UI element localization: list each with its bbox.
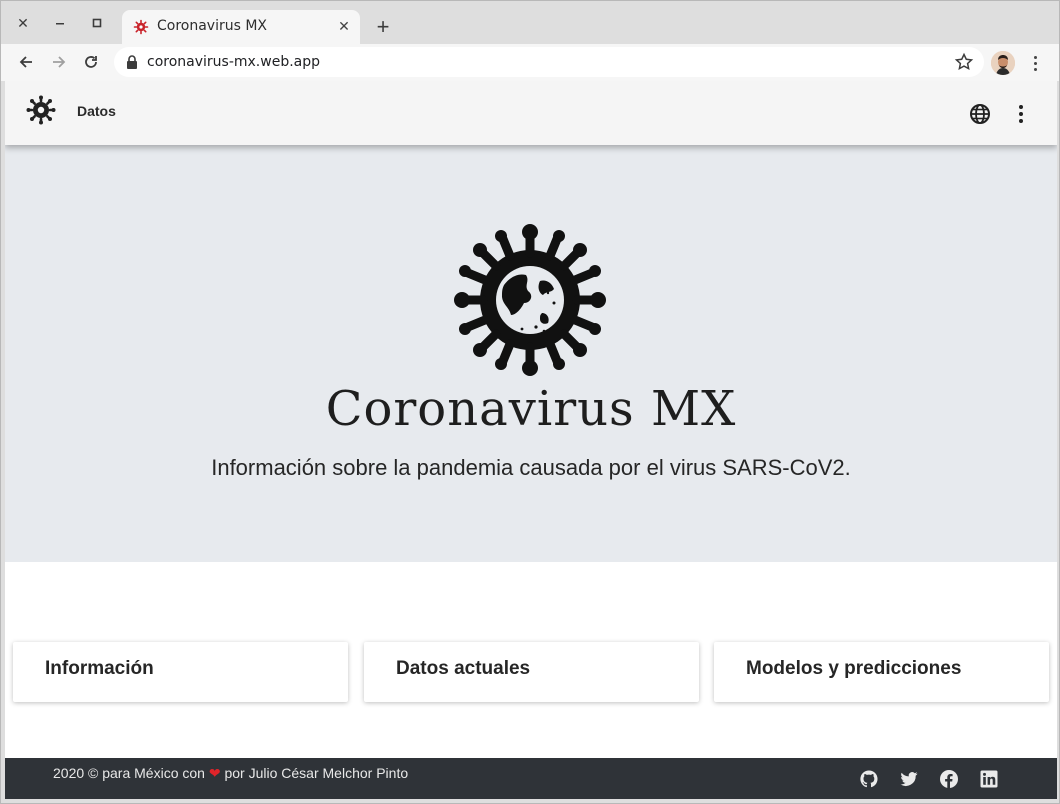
tab-coronavirus-mx[interactable]: Coronavirus MX ✕ [122, 10, 360, 44]
hero-title: Coronavirus MX [325, 381, 737, 437]
twitter-icon[interactable] [899, 769, 919, 789]
tab-strip: ✕ Coronavirus MX ✕ + [1, 1, 1059, 44]
new-tab-icon[interactable]: + [370, 14, 396, 40]
footer-text-after: por Julio César Melchor Pinto [220, 765, 409, 781]
virus-favicon-icon [133, 19, 149, 35]
footer-text-before: 2020 © para México con [53, 765, 209, 781]
coronavirus-logo-image [454, 224, 606, 376]
url-text: coronavirus-mx.web.app [147, 54, 321, 70]
card-modelos-predicciones[interactable]: Modelos y predicciones [714, 642, 1049, 702]
globe-icon[interactable] [969, 103, 991, 125]
more-vert-icon[interactable] [1011, 103, 1031, 125]
browser-menu-icon[interactable] [1025, 50, 1045, 76]
profile-avatar[interactable] [991, 51, 1015, 75]
bookmark-star-icon[interactable] [954, 52, 974, 72]
heart-icon: ❤ [208, 765, 221, 781]
browser-window: ✕ Coronavirus MX ✕ + coronavirus-mx.web.… [0, 0, 1060, 804]
github-icon[interactable] [859, 769, 879, 789]
virus-logo-icon[interactable] [26, 95, 56, 125]
card-title: Modelos y predicciones [746, 658, 962, 679]
card-informacion[interactable]: Información [13, 642, 348, 702]
app-header: Datos [5, 81, 1057, 145]
browser-toolbar: coronavirus-mx.web.app [1, 44, 1059, 81]
tab-close-icon[interactable]: ✕ [336, 18, 352, 34]
footer-credit: 2020 © para México con ❤ por Julio César… [53, 765, 408, 782]
linkedin-icon[interactable] [979, 769, 999, 789]
reload-icon[interactable] [77, 48, 105, 76]
section-cards: Información Datos actuales Modelos y pre… [13, 642, 1049, 702]
tab-title: Coronavirus MX [157, 18, 268, 34]
hero-section: Coronavirus MX Información sobre la pand… [5, 145, 1057, 562]
back-arrow-icon[interactable] [12, 48, 40, 76]
forward-arrow-icon[interactable] [45, 48, 73, 76]
card-datos-actuales[interactable]: Datos actuales [364, 642, 699, 702]
facebook-icon[interactable] [939, 769, 959, 789]
page-footer: 2020 © para México con ❤ por Julio César… [5, 758, 1057, 799]
minimize-window-icon[interactable] [46, 9, 74, 37]
close-window-icon[interactable]: ✕ [9, 9, 37, 37]
card-title: Datos actuales [396, 658, 531, 679]
nav-datos[interactable]: Datos [77, 103, 116, 119]
lock-icon [127, 55, 137, 69]
maximize-window-icon[interactable] [83, 9, 111, 37]
address-bar[interactable]: coronavirus-mx.web.app [114, 47, 984, 77]
hero-subtitle: Información sobre la pandemia causada po… [211, 455, 851, 480]
page-viewport: Datos Coronavirus MX Información sobre l… [5, 81, 1057, 799]
card-title: Información [45, 658, 154, 679]
